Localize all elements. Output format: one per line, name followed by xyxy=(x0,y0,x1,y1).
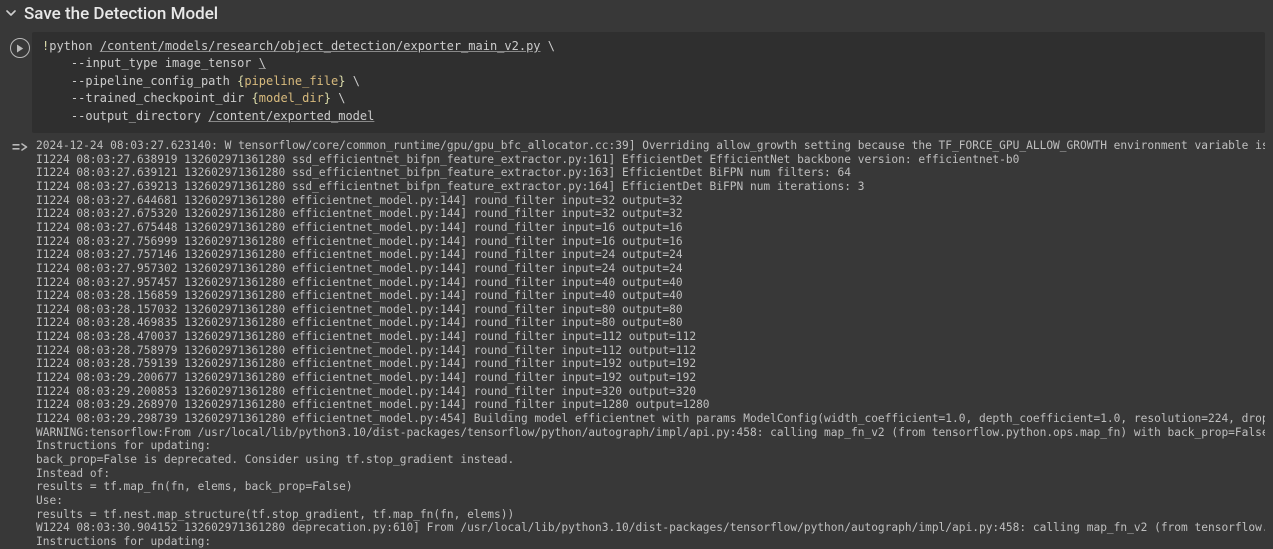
output-line: I1224 08:03:27.675448 132602971361280 ef… xyxy=(36,221,1261,235)
output-line: back_prop=False is deprecated. Consider … xyxy=(36,453,1261,467)
output-toggle-icon[interactable] xyxy=(12,142,28,157)
output-line: I1224 08:03:27.756999 132602971361280 ef… xyxy=(36,235,1261,249)
run-cell-button[interactable] xyxy=(10,38,30,58)
cell-gutter xyxy=(8,32,32,58)
output-line: W1224 08:03:30.904152 132602971361280 de… xyxy=(36,521,1261,535)
output-line: I1224 08:03:27.638919 132602971361280 ss… xyxy=(36,153,1261,167)
output-line: Instructions for updating: xyxy=(36,535,1261,549)
section-header[interactable]: Save the Detection Model xyxy=(0,0,1273,32)
output-line: I1224 08:03:27.957457 132602971361280 ef… xyxy=(36,276,1261,290)
notebook-cell: !python /content/models/research/object_… xyxy=(8,32,1265,549)
output-line: WARNING:tensorflow:From /usr/local/lib/p… xyxy=(36,426,1261,440)
output-line: I1224 08:03:28.759139 132602971361280 ef… xyxy=(36,357,1261,371)
output-line: I1224 08:03:29.298739 132602971361280 ef… xyxy=(36,412,1261,426)
output-line: I1224 08:03:28.470037 132602971361280 ef… xyxy=(36,330,1261,344)
output-line: I1224 08:03:28.156859 132602971361280 ef… xyxy=(36,289,1261,303)
output-line: I1224 08:03:29.268970 132602971361280 ef… xyxy=(36,398,1261,412)
chevron-down-icon xyxy=(6,8,16,20)
output-line: Instructions for updating: xyxy=(36,439,1261,453)
output-line: I1224 08:03:28.469835 132602971361280 ef… xyxy=(36,316,1261,330)
code-editor[interactable]: !python /content/models/research/object_… xyxy=(32,32,1265,133)
output-line: I1224 08:03:29.200853 132602971361280 ef… xyxy=(36,385,1261,399)
output-line: I1224 08:03:27.957302 132602971361280 ef… xyxy=(36,262,1261,276)
output-line: I1224 08:03:29.200677 132602971361280 ef… xyxy=(36,371,1261,385)
output-line: I1224 08:03:27.675320 132602971361280 ef… xyxy=(36,207,1261,221)
output-line: 2024-12-24 08:03:27.623140: W tensorflow… xyxy=(36,139,1261,153)
output-line: I1224 08:03:27.757146 132602971361280 ef… xyxy=(36,248,1261,262)
output-line: Instead of: xyxy=(36,467,1261,481)
output-line: I1224 08:03:27.644681 132602971361280 ef… xyxy=(36,194,1261,208)
output-line: Use: xyxy=(36,494,1261,508)
section-title: Save the Detection Model xyxy=(24,4,218,24)
output-line: I1224 08:03:27.639213 132602971361280 ss… xyxy=(36,180,1261,194)
play-icon xyxy=(16,44,24,53)
output-line: I1224 08:03:27.639121 132602971361280 ss… xyxy=(36,166,1261,180)
output-line: results = tf.nest.map_structure(tf.stop_… xyxy=(36,508,1261,522)
output-line: I1224 08:03:28.157032 132602971361280 ef… xyxy=(36,303,1261,317)
output-line: I1224 08:03:28.758979 132602971361280 ef… xyxy=(36,344,1261,358)
output-gutter xyxy=(8,139,32,157)
cell-output[interactable]: 2024-12-24 08:03:27.623140: W tensorflow… xyxy=(32,139,1265,549)
output-line: results = tf.map_fn(fn, elems, back_prop… xyxy=(36,480,1261,494)
